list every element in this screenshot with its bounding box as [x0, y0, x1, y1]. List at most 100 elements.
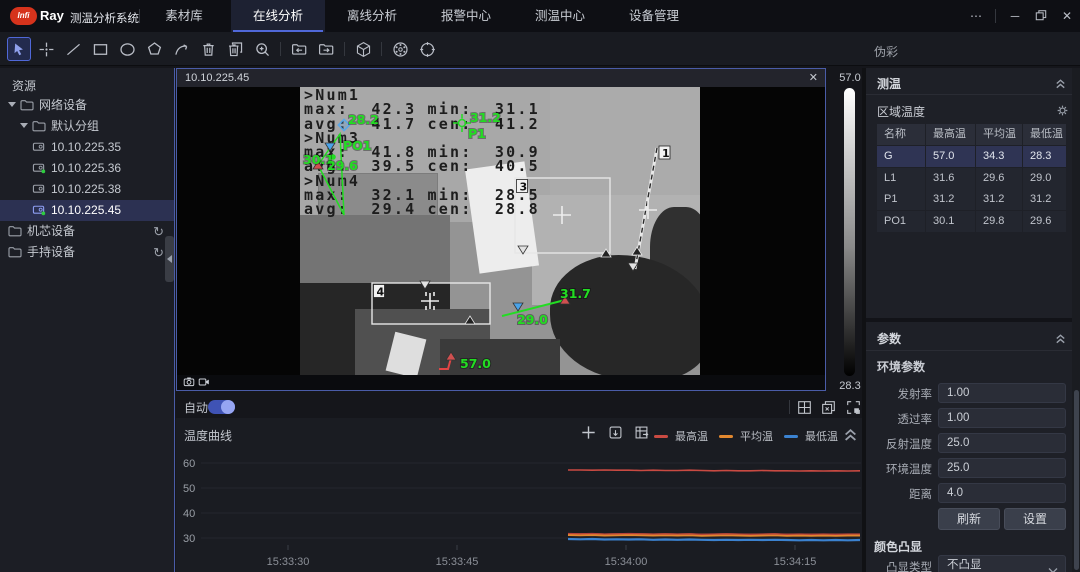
export-table-icon[interactable]: [633, 424, 650, 444]
pseudo-color-label: 伪彩: [874, 43, 898, 60]
series-最高温: [568, 470, 860, 471]
camera-device-icon: [32, 139, 46, 160]
video-close-icon[interactable]: ✕: [809, 69, 818, 87]
refresh-icon[interactable]: ↻: [153, 221, 164, 242]
point-tool-icon[interactable]: [34, 37, 58, 61]
tab-离线分析[interactable]: 离线分析: [325, 0, 419, 32]
add-curve-icon[interactable]: [580, 424, 597, 444]
param-input-发射率[interactable]: 1.00: [938, 383, 1066, 403]
app-window: Infi Ray 测温分析系统 素材库在线分析离线分析报警中心测温中心设备管理 …: [0, 0, 1080, 572]
sidebar-item-机芯设备[interactable]: 机芯设备↻: [0, 221, 174, 242]
auto-toggle[interactable]: [208, 400, 235, 414]
snapshot-icon[interactable]: [183, 376, 195, 391]
refresh-button[interactable]: 刷新: [938, 508, 1000, 530]
tree-item-label: 10.10.225.38: [51, 182, 121, 196]
restore-button[interactable]: [1028, 9, 1054, 24]
focus-tool-icon[interactable]: [415, 37, 439, 61]
cube-tool-icon[interactable]: [351, 37, 375, 61]
caret-down-icon[interactable]: [8, 102, 16, 107]
rect-tool-icon[interactable]: [88, 37, 112, 61]
export-tool-icon[interactable]: [314, 37, 338, 61]
param-input-透过率[interactable]: 1.00: [938, 408, 1066, 428]
region-temp-title: 区域温度: [877, 103, 925, 120]
camera-device-icon: [32, 202, 46, 223]
minimize-button[interactable]: ─: [1002, 9, 1028, 23]
polygon-tool-icon[interactable]: [142, 37, 166, 61]
legend-label-最低温[interactable]: 最低温: [805, 428, 838, 444]
ellipse-tool-icon[interactable]: [115, 37, 139, 61]
settings-button[interactable]: 设置: [1004, 508, 1066, 530]
sidebar-item-10.10.225.36[interactable]: 10.10.225.36: [0, 158, 174, 179]
select-tool-icon[interactable]: [7, 37, 31, 61]
highlight-type-dropdown[interactable]: 不凸显: [938, 555, 1066, 572]
collapse-section-icon[interactable]: [1054, 332, 1067, 348]
measurement-overlay[interactable]: 34128.231.2P1PO130.129.629.031.757.0: [177, 87, 825, 375]
tab-测温中心[interactable]: 测温中心: [513, 0, 607, 32]
green-temp-label: 31.2: [470, 110, 501, 125]
icon-separator: [789, 400, 790, 414]
record-icon[interactable]: [198, 376, 210, 391]
sidebar-item-网络设备[interactable]: 网络设备: [0, 95, 174, 116]
table-cell: 31.6: [926, 168, 975, 189]
import-tool-icon[interactable]: [287, 37, 311, 61]
tab-在线分析[interactable]: 在线分析: [231, 0, 325, 32]
refresh-icon[interactable]: ↻: [153, 242, 164, 263]
table-cell: L1: [877, 168, 925, 189]
line-tool-icon[interactable]: [61, 37, 85, 61]
tab-报警中心[interactable]: 报警中心: [419, 0, 513, 32]
legend-dash: [719, 435, 733, 438]
sidebar-item-手持设备[interactable]: 手持设备↻: [0, 242, 174, 263]
table-cell: 31.2: [926, 189, 975, 210]
video-footer: [177, 375, 825, 390]
svg-text:60: 60: [183, 458, 195, 470]
close-all-windows-icon[interactable]: [820, 399, 837, 419]
sidebar-item-10.10.225.38[interactable]: 10.10.225.38: [0, 179, 174, 200]
sidebar-collapse-handle[interactable]: [165, 236, 174, 282]
table-cell: 29.6: [1023, 211, 1066, 232]
zoom-tool-icon[interactable]: [250, 37, 274, 61]
highlight-type-label: 凸显类型: [872, 559, 932, 572]
svg-text:15:33:30: 15:33:30: [267, 556, 310, 568]
table-cell: P1: [877, 189, 925, 210]
table-cell: 31.2: [1023, 189, 1066, 210]
trash-tool-icon[interactable]: [196, 37, 220, 61]
caret-down-icon[interactable]: [20, 123, 28, 128]
export-image-icon[interactable]: [607, 424, 624, 444]
window-controls-separator: [995, 9, 996, 23]
toolbar-separator: [344, 42, 345, 56]
measure-rect-4[interactable]: [372, 283, 490, 324]
legend-dash: [654, 435, 668, 438]
close-button[interactable]: ✕: [1054, 9, 1080, 23]
trash-all-tool-icon[interactable]: [223, 37, 247, 61]
param-input-距离[interactable]: 4.0: [938, 483, 1066, 503]
curve-tool-icon[interactable]: [169, 37, 193, 61]
legend-label-平均温[interactable]: 平均温: [740, 428, 773, 444]
toggle-knob: [221, 400, 235, 414]
more-menu-button[interactable]: ⋯: [963, 9, 989, 23]
collapse-chart-icon[interactable]: [842, 426, 859, 446]
tab-设备管理[interactable]: 设备管理: [607, 0, 701, 32]
tab-素材库[interactable]: 素材库: [137, 0, 231, 32]
collapse-section-icon[interactable]: [1054, 77, 1067, 93]
param-input-反射温度[interactable]: 25.0: [938, 433, 1066, 453]
green-temp-label: 31.7: [560, 286, 591, 301]
table-cell: 30.1: [926, 211, 975, 232]
sidebar-item-10.10.225.45[interactable]: 10.10.225.45: [0, 200, 174, 221]
svg-text:4: 4: [377, 286, 385, 299]
tree-item-label: 网络设备: [39, 98, 87, 112]
scrollbar-thumb[interactable]: [1074, 390, 1079, 570]
table-header-最低温: 最低温: [1023, 124, 1066, 145]
fullscreen-icon[interactable]: [845, 399, 862, 419]
chart-panel: 温度曲线 最高温平均温最低温 6050403015:33:3015:33:451…: [176, 418, 862, 572]
toolbar: 伪彩 白热 导出报表: [0, 32, 1080, 66]
panel-scrollbar[interactable]: [1072, 68, 1080, 572]
legend-label-最高温[interactable]: 最高温: [675, 428, 708, 444]
sidebar-item-10.10.225.35[interactable]: 10.10.225.35: [0, 137, 174, 158]
palette-tool-icon[interactable]: [388, 37, 412, 61]
grid-layout-icon[interactable]: [796, 399, 813, 419]
gear-icon[interactable]: [1056, 104, 1069, 120]
titlebar: Infi Ray 测温分析系统 素材库在线分析离线分析报警中心测温中心设备管理 …: [0, 0, 1080, 32]
param-input-环境温度[interactable]: 25.0: [938, 458, 1066, 478]
sidebar-item-默认分组[interactable]: 默认分组: [0, 116, 174, 137]
table-header-平均温: 平均温: [976, 124, 1022, 145]
